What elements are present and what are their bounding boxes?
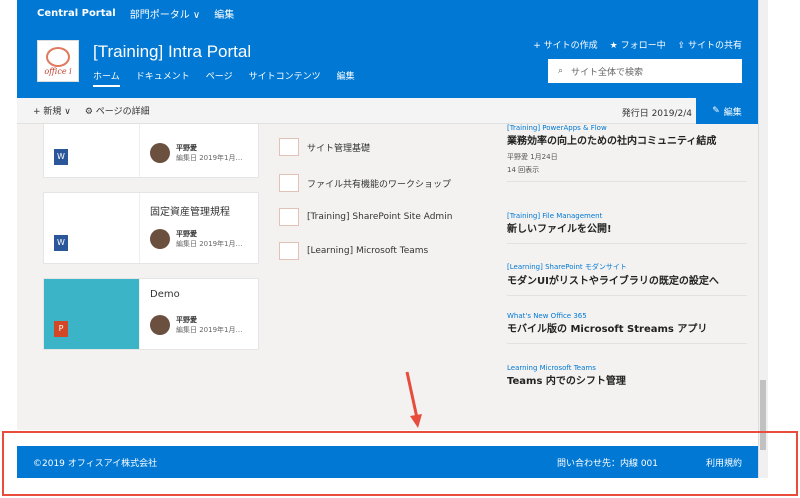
site-logo-icon [279, 174, 299, 192]
share-site-button[interactable]: ⇪ サイトの共有 [678, 38, 742, 51]
site-image-icon [279, 208, 299, 226]
list-item[interactable]: ファイル共有機能のワークショップ [279, 174, 451, 192]
word-icon: W [54, 235, 68, 251]
edit-date: 編集日 2019年1月… [176, 326, 243, 334]
published-date: 発行日 2019/2/4 [621, 109, 692, 119]
powerpoint-icon: P [54, 321, 68, 337]
nav-pages[interactable]: ページ [206, 69, 233, 87]
search-icon: ⌕ [558, 66, 564, 76]
author-name: 平野愛 [176, 316, 197, 324]
command-bar: + 新規 ∨ ⚙ ページの詳細 発行日 2019/2/4 ✎ 編集 [17, 98, 758, 124]
news-views: 14 回表示 [507, 166, 540, 174]
list-item-label: ファイル共有機能のワークショップ [307, 179, 452, 190]
news-item[interactable]: [Training] File Management 新しいファイルを公開! [507, 212, 747, 244]
search-box[interactable]: ⌕ サイト全体で検索 [548, 59, 742, 83]
news-item[interactable]: Learning Microsoft Teams Teams 内でのシフト管理 [507, 364, 747, 389]
author-name: 平野愛 [176, 144, 197, 152]
list-item-label: [Learning] Microsoft Teams [307, 246, 429, 256]
news-headline[interactable]: モダンUIがリストやライブラリの既定の設定へ [507, 275, 747, 289]
divider [507, 243, 747, 244]
page-content: W 平野愛 編集日 2019年1月… W 固定資産管理規程 平野愛 編集日 2019… [17, 124, 758, 430]
news-item[interactable]: [Learning] SharePoint モダンサイト モダンUIがリストやラ… [507, 262, 747, 296]
edit-date: 編集日 2019年1月… [176, 154, 243, 162]
news-category[interactable]: [Learning] SharePoint モダンサイト [507, 262, 747, 272]
edit-page-button[interactable]: ✎ 編集 [696, 98, 758, 124]
page-details-button[interactable]: ⚙ ページの詳細 [85, 104, 150, 117]
document-card[interactable]: W 平野愛編集日 2019年1月… [43, 124, 259, 178]
divider [507, 295, 747, 296]
news-headline[interactable]: モバイル版の Microsoft Streams アプリ [507, 323, 747, 337]
document-card[interactable]: P Demo 平野愛編集日 2019年1月… [43, 278, 259, 350]
create-site-button[interactable]: + サイトの作成 [533, 38, 597, 51]
site-image-icon [279, 242, 299, 260]
document-card[interactable]: W 固定資産管理規程 平野愛編集日 2019年1月… [43, 192, 259, 264]
nav-home[interactable]: ホーム [93, 69, 120, 87]
divider [507, 343, 747, 344]
suite-edit-link[interactable]: 編集 [214, 6, 234, 21]
card-author: 平野愛編集日 2019年1月… [150, 315, 243, 335]
news-item[interactable]: What's New Office 365 モバイル版の Microsoft S… [507, 312, 747, 344]
news-item[interactable]: [Training] PowerApps & Flow 業務効率の向上のための社… [507, 124, 747, 182]
card-title: 固定資産管理規程 [150, 207, 230, 218]
avatar [150, 143, 170, 163]
central-portal-link[interactable]: Central Portal [37, 8, 116, 19]
search-placeholder: サイト全体で検索 [571, 67, 644, 78]
card-author: 平野愛編集日 2019年1月… [150, 229, 243, 249]
list-item[interactable]: サイト管理基礎 [279, 138, 370, 156]
nav-edit[interactable]: 編集 [337, 69, 355, 87]
nav-documents[interactable]: ドキュメント [136, 69, 190, 87]
site-logo-icon [279, 138, 299, 156]
list-item[interactable]: [Training] SharePoint Site Admin [279, 208, 452, 226]
list-item[interactable]: [Learning] Microsoft Teams [279, 242, 428, 260]
edit-label: 編集 [723, 107, 742, 118]
news-category[interactable]: What's New Office 365 [507, 312, 747, 320]
logo-text: office i [44, 66, 72, 76]
news-meta: 平野愛 1月24日 [507, 153, 558, 161]
avatar [150, 229, 170, 249]
suite-bar: Central Portal 部門ポータル ∨ 編集 [17, 0, 758, 26]
word-icon: W [54, 149, 68, 165]
new-button[interactable]: + 新規 ∨ [33, 104, 71, 117]
card-title: Demo [150, 289, 180, 300]
card-thumbnail: W [44, 124, 140, 177]
card-thumbnail: P [44, 279, 140, 349]
avatar [150, 315, 170, 335]
logo-q-icon [46, 46, 70, 67]
header-actions: + サイトの作成 ★ フォロー中 ⇪ サイトの共有 [533, 38, 742, 51]
edit-date: 編集日 2019年1月… [176, 240, 243, 248]
pencil-icon: ✎ [712, 106, 720, 116]
list-item-label: [Training] SharePoint Site Admin [307, 212, 453, 222]
news-category[interactable]: [Training] PowerApps & Flow [507, 124, 747, 132]
red-arrow-annotation [405, 371, 422, 428]
top-navigation: ホーム ドキュメント ページ サイトコンテンツ 編集 [93, 69, 355, 87]
department-portal-menu[interactable]: 部門ポータル ∨ [130, 6, 201, 21]
site-logo[interactable]: office i [37, 40, 79, 82]
list-item-label: サイト管理基礎 [307, 143, 371, 154]
divider [507, 181, 747, 182]
news-headline[interactable]: 新しいファイルを公開! [507, 223, 747, 237]
news-headline[interactable]: Teams 内でのシフト管理 [507, 375, 747, 389]
card-author: 平野愛編集日 2019年1月… [150, 143, 243, 163]
news-category[interactable]: [Training] File Management [507, 212, 747, 220]
news-category[interactable]: Learning Microsoft Teams [507, 364, 747, 372]
footer-highlight-box [2, 431, 798, 496]
site-title[interactable]: [Training] Intra Portal [93, 42, 251, 62]
follow-button[interactable]: ★ フォロー中 [610, 38, 666, 51]
site-header: office i [Training] Intra Portal ホーム ドキュ… [17, 26, 758, 98]
nav-site-contents[interactable]: サイトコンテンツ [249, 69, 321, 87]
author-name: 平野愛 [176, 230, 197, 238]
card-thumbnail: W [44, 193, 140, 263]
news-headline[interactable]: 業務効率の向上のための社内コミュニティ結成 [507, 135, 747, 149]
